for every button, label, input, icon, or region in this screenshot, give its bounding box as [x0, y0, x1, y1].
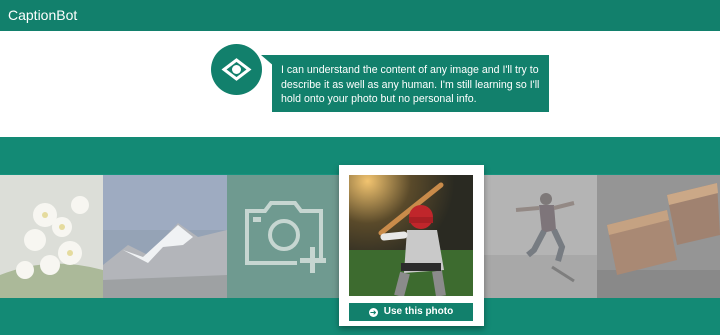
arrow-circle-right-icon: ➜ [368, 308, 378, 317]
featured-photo-card: ➜ Use this photo [339, 165, 484, 326]
eye-badge [211, 44, 262, 95]
app-title: CaptionBot [8, 7, 78, 23]
hero-section: I can understand the content of any imag… [0, 31, 720, 137]
upload-photo-tile[interactable] [227, 175, 339, 298]
featured-photo-baseball[interactable] [349, 175, 473, 296]
photo-carousel: ➜ Use this photo [0, 137, 720, 335]
photo-thumb-skateboarder[interactable] [484, 175, 597, 298]
photo-thumb-dessert[interactable] [597, 175, 720, 298]
top-bar: CaptionBot [0, 0, 720, 32]
use-this-photo-label: Use this photo [383, 306, 454, 317]
photo-thumb-flowers[interactable] [0, 175, 103, 298]
eye-icon [221, 58, 252, 81]
camera-plus-icon [245, 201, 331, 273]
use-this-photo-button[interactable]: ➜ Use this photo [349, 303, 473, 321]
baseball-player-image [349, 175, 473, 296]
photo-thumb-mountains[interactable] [103, 175, 227, 298]
speech-bubble: I can understand the content of any imag… [272, 55, 549, 112]
